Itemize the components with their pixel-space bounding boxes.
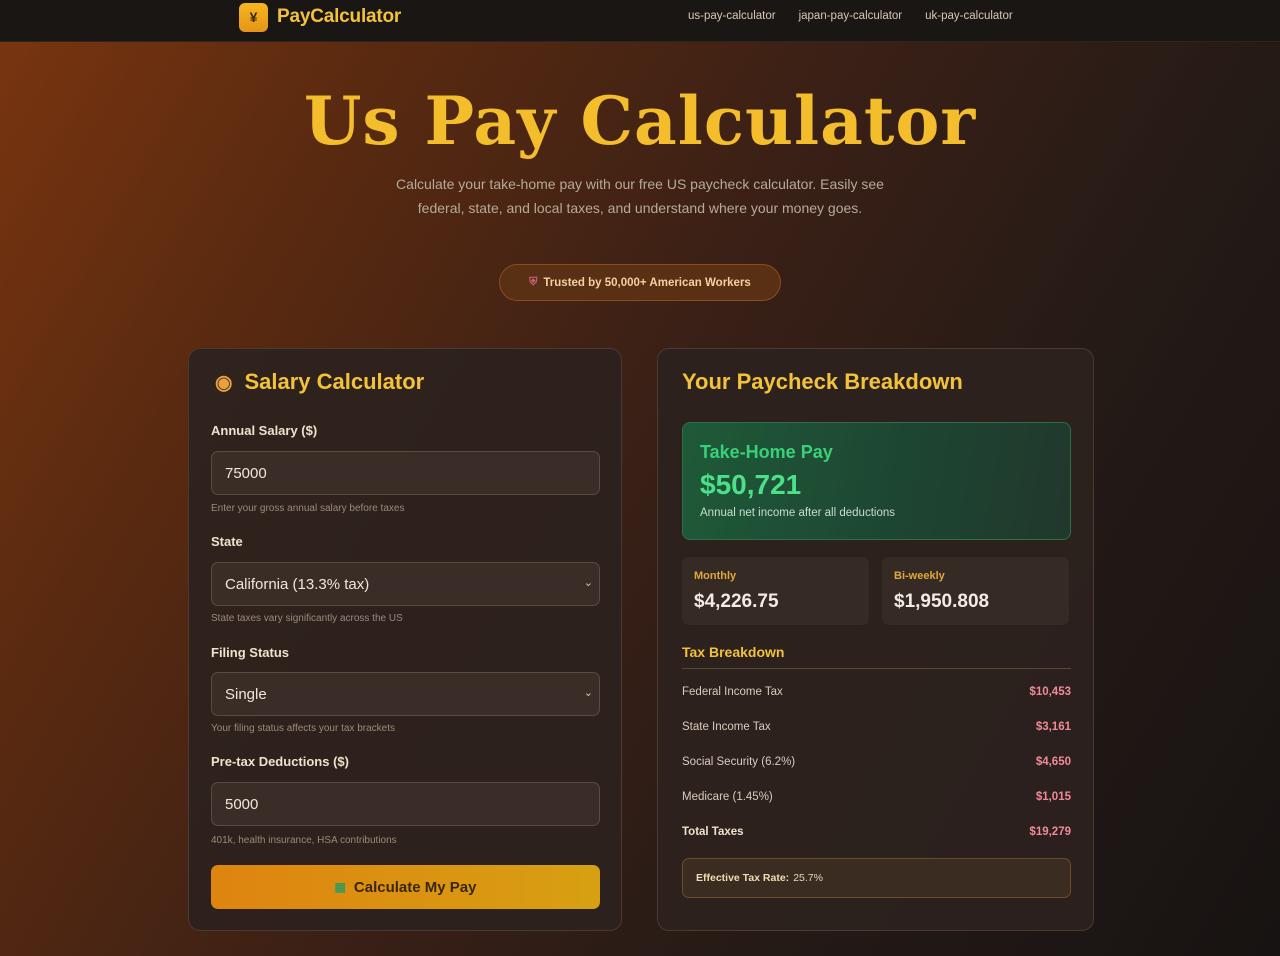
tax-row-state: State Income Tax $3,161: [682, 716, 1071, 738]
filing-status-label: Filing Status: [211, 645, 289, 660]
calculate-button[interactable]: ▦ Calculate My Pay: [211, 865, 600, 909]
paycheck-breakdown-card: Your Paycheck Breakdown Take-Home Pay $5…: [657, 348, 1094, 931]
filing-status-hint: Your filing status affects your tax brac…: [211, 723, 395, 734]
tax-breakdown-title: Tax Breakdown: [682, 644, 1071, 669]
take-home-value: $50,721: [700, 469, 802, 500]
take-home-desc: Annual net income after all deductions: [700, 507, 895, 519]
annual-salary-value: 75000: [225, 464, 267, 482]
nav-links: us-pay-calculator japan-pay-calculator u…: [688, 10, 1013, 22]
tax-name: Social Security (6.2%): [682, 756, 796, 768]
effective-tax-label: Effective Tax Rate:: [696, 872, 790, 884]
yen-icon: ¥: [239, 2, 268, 32]
take-home-panel: Take-Home Pay $50,721 Annual net income …: [682, 422, 1071, 540]
tax-row-federal: Federal Income Tax $10,453: [682, 681, 1071, 703]
chevron-down-icon: ⌄: [583, 577, 593, 589]
pretax-label: Pre-tax Deductions ($): [211, 754, 349, 769]
take-home-label: Take-Home Pay: [700, 442, 833, 462]
biweekly-value: $1,950.808: [894, 591, 990, 612]
page-title: Us Pay Calculator: [303, 82, 977, 160]
state-select[interactable]: California (13.3% tax) ⌄: [211, 562, 600, 606]
effective-tax-rate: Effective Tax Rate: 25.7%: [682, 858, 1071, 898]
tax-value: $4,650: [1035, 756, 1071, 768]
breakdown-title: Your Paycheck Breakdown: [682, 369, 963, 394]
state-label: State: [211, 534, 243, 549]
brand-link[interactable]: ¥ PayCalculator: [239, 2, 401, 32]
chevron-down-icon: ⌄: [583, 687, 593, 699]
annual-salary-input[interactable]: 75000: [211, 451, 600, 495]
effective-tax-value: 25.7%: [793, 872, 823, 884]
tax-name: Medicare (1.45%): [682, 791, 773, 803]
tax-value: $19,279: [1029, 826, 1071, 838]
shield-icon: ⛨: [529, 276, 538, 288]
filing-status-select[interactable]: Single ⌄: [211, 672, 600, 716]
calculate-button-label: Calculate My Pay: [353, 878, 477, 896]
state-value: California (13.3% tax): [225, 575, 370, 593]
annual-salary-label: Annual Salary ($): [211, 423, 318, 438]
salary-calculator-card: ◉ Salary Calculator Annual Salary ($) 75…: [188, 348, 622, 931]
filing-status-value: Single: [225, 685, 267, 703]
tax-row-social-security: Social Security (6.2%) $4,650: [682, 751, 1071, 773]
annual-salary-hint: Enter your gross annual salary before ta…: [211, 503, 405, 514]
pretax-hint: 401k, health insurance, HSA contribution…: [211, 835, 397, 846]
tax-row-total: Total Taxes $19,279: [682, 821, 1071, 843]
calculator-icon: ▦: [334, 880, 346, 894]
pretax-input[interactable]: 5000: [211, 782, 600, 826]
tax-value: $3,161: [1035, 721, 1071, 733]
calculator-title-text: Salary Calculator: [244, 369, 425, 394]
page-subtitle: Calculate your take-home pay with our fr…: [396, 176, 884, 216]
nav-link-japan[interactable]: japan-pay-calculator: [799, 10, 903, 22]
tax-name: Total Taxes: [682, 826, 744, 838]
brand-name: PayCalculator: [277, 6, 402, 27]
monthly-card: Monthly $4,226.75: [682, 557, 869, 625]
money-bag-icon: ◉: [215, 371, 233, 394]
monthly-value: $4,226.75: [694, 591, 779, 612]
biweekly-card: Bi-weekly $1,950.808: [882, 557, 1069, 625]
tax-value: $10,453: [1029, 686, 1071, 698]
tax-row-medicare: Medicare (1.45%) $1,015: [682, 786, 1071, 808]
tax-name: Federal Income Tax: [682, 686, 783, 698]
state-hint: State taxes vary significantly across th…: [211, 613, 403, 624]
pretax-value: 5000: [225, 795, 259, 813]
nav-link-us[interactable]: us-pay-calculator: [688, 10, 776, 22]
calculator-title: ◉ Salary Calculator: [215, 369, 424, 395]
top-navbar: ¥ PayCalculator us-pay-calculator japan-…: [0, 0, 1280, 42]
nav-link-uk[interactable]: uk-pay-calculator: [925, 10, 1013, 22]
trust-badge: ⛨ Trusted by 50,000+ American Workers: [499, 264, 781, 301]
trust-badge-text: Trusted by 50,000+ American Workers: [543, 276, 751, 289]
tax-name: State Income Tax: [682, 721, 771, 733]
tax-value: $1,015: [1035, 791, 1071, 803]
monthly-label: Monthly: [694, 570, 737, 582]
biweekly-label: Bi-weekly: [894, 570, 945, 582]
